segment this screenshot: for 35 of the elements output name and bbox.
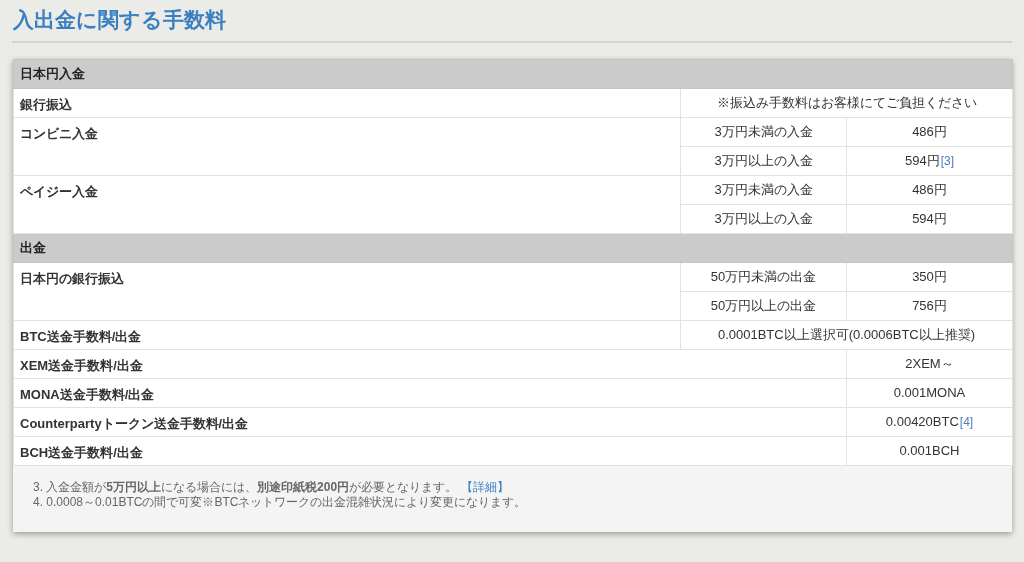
fee-text: 0.00420BTC [885,414,959,430]
table-cell: 594円 [846,204,1013,234]
table-cell: 0.001BCH [846,436,1013,466]
table-cell: 2XEM～ [846,349,1013,379]
page-title: 入出金に関する手数料 [13,7,226,33]
table-cell: 486円 [846,175,1013,205]
row-label: Counterpartyトークン送金手数料/出金 [13,407,847,437]
table-cell: 50万円以上の出金 [680,291,847,321]
table-cell: 350円 [846,262,1013,292]
table-cell: 0.001MONA [846,378,1013,408]
details-link[interactable]: 【詳細】 [461,480,510,494]
footnote-link[interactable]: [3] [940,154,954,169]
table-cell: 3万円以上の入金 [680,146,847,176]
fee-text: 594円 [904,153,940,169]
footnote-text: 4. 0.0008～0.01BTCの間で可変※BTCネットワークの出金混雑状況により変更になります。 [33,495,527,509]
row-label: ペイジー入金 [13,175,681,234]
table-cell: 3万円以上の入金 [680,204,847,234]
row-label: コンビニ入金 [13,117,681,176]
section-header: 日本円入金 [13,59,1013,89]
table-cell: 3万円未満の入金 [680,117,847,147]
row-label: XEM送金手数料/出金 [13,349,847,379]
table-cell: ※振込み手数料はお客様にてご負担ください [680,88,1013,118]
table-cell: 50万円未満の出金 [680,262,847,292]
row-label: BTC送金手数料/出金 [13,320,681,350]
footnote-text: 3. 入金金額が5万円以上になる場合には、別途印紙税200円が必要となります。 [33,480,458,494]
table-cell: 756円 [846,291,1013,321]
footnote-link[interactable]: [4] [959,415,974,430]
row-label: BCH送金手数料/出金 [13,436,847,466]
table-cell: 486円 [846,117,1013,147]
table-cell: 0.0001BTC以上選択可(0.0006BTC以上推奨) [680,320,1013,350]
row-label: 日本円の銀行振込 [13,262,681,321]
row-label: MONA送金手数料/出金 [13,378,847,408]
row-label: 銀行振込 [13,88,681,118]
section-header: 出金 [13,233,1013,263]
table-cell: 3万円未満の入金 [680,175,847,205]
